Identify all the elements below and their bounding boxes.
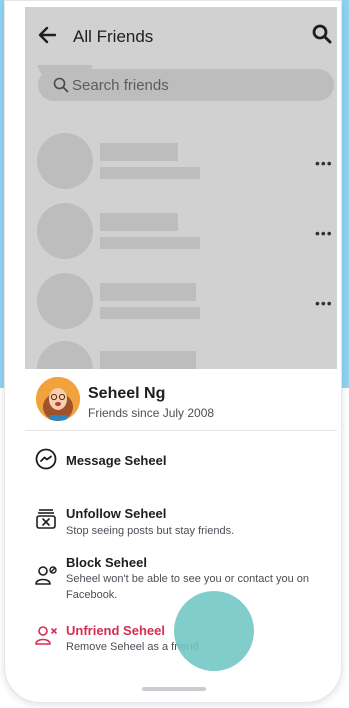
detail-placeholder <box>100 167 200 179</box>
more-options-icon[interactable]: ••• <box>315 155 333 171</box>
list-item[interactable]: ••• <box>25 203 337 263</box>
block-action[interactable]: Block Seheel Seheel won't be able to see… <box>25 549 337 603</box>
more-options-icon[interactable]: ••• <box>315 225 333 241</box>
name-placeholder <box>100 213 178 231</box>
back-arrow-icon[interactable] <box>38 26 56 44</box>
messenger-icon <box>35 448 57 470</box>
page-title: All Friends <box>73 27 154 46</box>
detail-placeholder <box>100 307 200 319</box>
search-input[interactable] <box>72 75 322 95</box>
unfriend-icon <box>35 626 57 645</box>
list-item[interactable]: ••• <box>25 133 337 193</box>
name-placeholder <box>100 351 196 369</box>
friends-since-text: Friends since July 2008 <box>88 406 215 420</box>
search-bar[interactable] <box>38 69 334 101</box>
unfollow-action[interactable]: Unfollow Seheel Stop seeing posts but st… <box>25 497 337 543</box>
touch-indicator <box>174 591 254 671</box>
message-label: Message Seheel <box>66 453 167 468</box>
app-screen: All Friends ••• ••• ••• ••• Search frien… <box>25 7 337 661</box>
more-options-icon[interactable]: ••• <box>315 295 333 311</box>
unfollow-icon <box>36 509 56 529</box>
name-placeholder <box>100 143 178 161</box>
avatar-image <box>36 377 80 421</box>
detail-placeholder <box>100 237 200 249</box>
list-item[interactable]: ••• <box>25 273 337 333</box>
divider <box>25 430 337 431</box>
unfriend-label: Unfriend Seheel <box>66 623 165 638</box>
search-icon <box>53 77 69 93</box>
unfollow-description: Stop seeing posts but stay friends. <box>66 525 235 537</box>
avatar-placeholder <box>37 203 93 259</box>
top-bar: All Friends <box>25 7 337 65</box>
unfollow-label: Unfollow Seheel <box>66 506 167 521</box>
block-label: Block Seheel <box>66 555 147 570</box>
avatar-placeholder <box>37 133 93 189</box>
friend-name: Seheel Ng <box>88 385 166 402</box>
message-action[interactable]: Message Seheel <box>25 437 337 483</box>
search-icon[interactable] <box>312 24 332 44</box>
name-placeholder <box>100 283 196 301</box>
phone-frame: All Friends ••• ••• ••• ••• Search frien… <box>4 0 342 703</box>
friends-list: ••• ••• ••• ••• <box>25 65 337 373</box>
block-user-icon <box>35 566 57 585</box>
avatar <box>36 377 80 421</box>
avatar-placeholder <box>37 273 93 329</box>
home-indicator <box>142 687 206 691</box>
